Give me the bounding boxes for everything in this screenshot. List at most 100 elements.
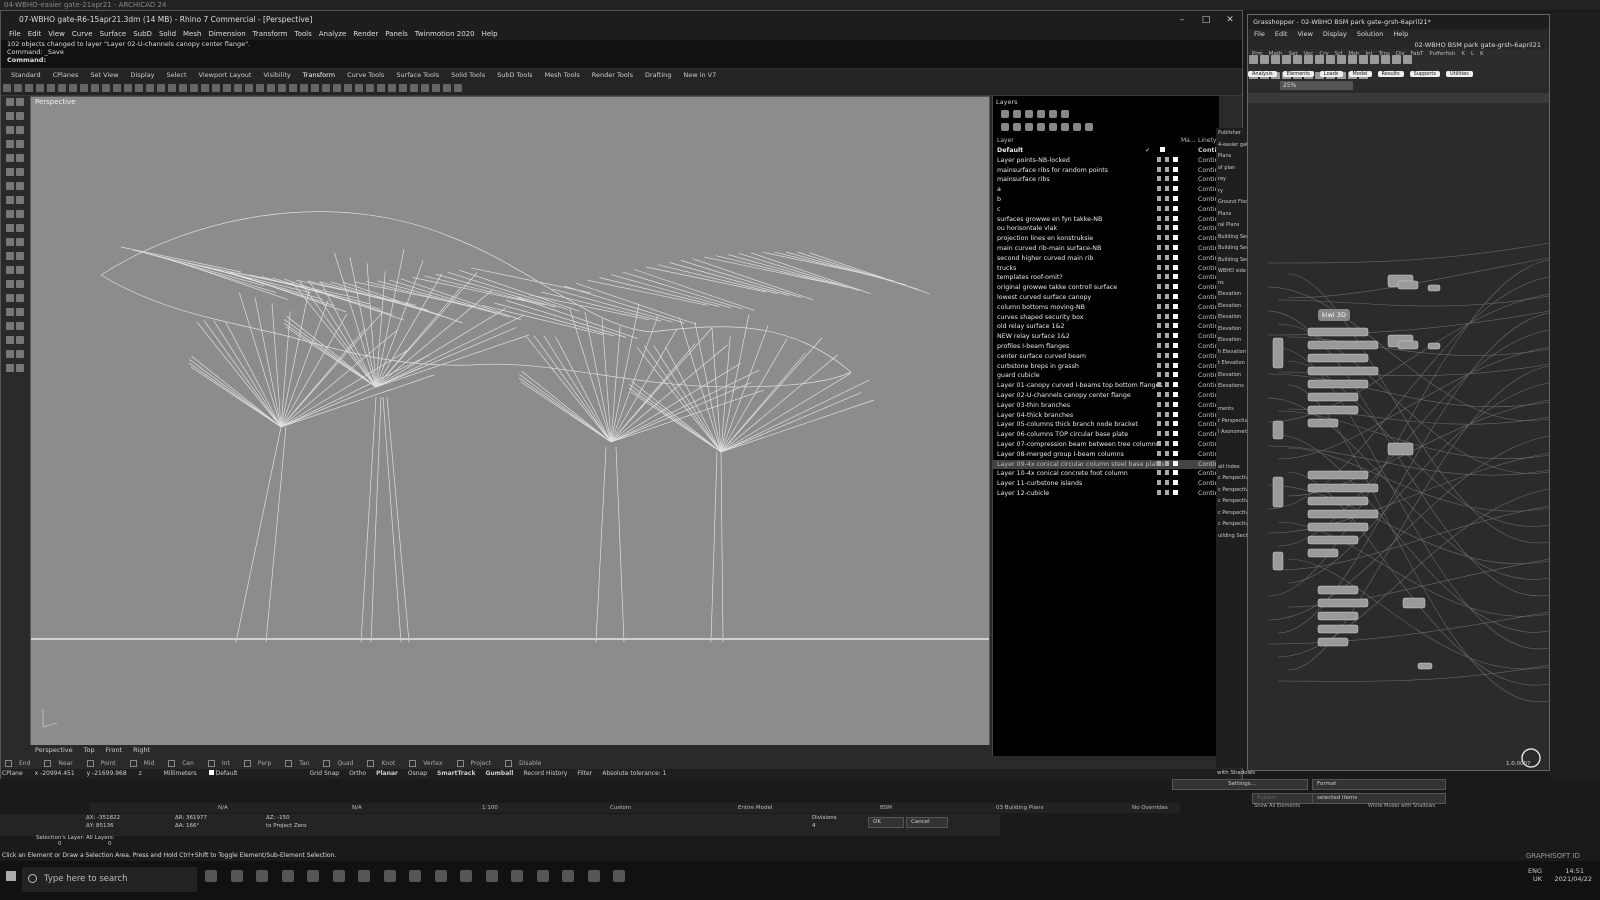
layer-linetype[interactable]: Contir — [1198, 479, 1217, 489]
tool-icon[interactable] — [124, 84, 132, 92]
layer-row[interactable]: NEW relay surface 1&2 Contir — [993, 332, 1219, 342]
navigator-item[interactable]: Elevation — [1216, 301, 1249, 313]
taskbar-app-icon[interactable] — [536, 870, 549, 882]
layer-row[interactable]: column bottoms moving-NB Contir — [993, 303, 1219, 313]
layer-linetype[interactable]: Contir — [1198, 293, 1217, 303]
layer-color-swatch[interactable] — [1173, 401, 1178, 407]
menu-item[interactable]: Edit — [28, 30, 42, 38]
navigator-item[interactable]: Building Sect — [1216, 255, 1249, 267]
lock-icon[interactable] — [1165, 235, 1169, 241]
tool-icon[interactable] — [146, 84, 154, 92]
layer-linetype[interactable]: Contir — [1198, 362, 1217, 372]
lock-icon[interactable] — [1165, 313, 1169, 319]
tool-icon[interactable] — [91, 84, 99, 92]
layer-color-swatch[interactable] — [1173, 166, 1178, 172]
lock-icon[interactable] — [1165, 215, 1169, 221]
tool-icon[interactable] — [25, 84, 33, 92]
tool-icon[interactable] — [6, 308, 14, 316]
tool-icon[interactable] — [6, 168, 14, 176]
menu-item[interactable]: Panels — [385, 30, 408, 38]
layer-linetype[interactable]: Contir — [1198, 175, 1217, 185]
layer-row[interactable]: projection lines en konstruksie Contir — [993, 234, 1219, 244]
lightbulb-icon[interactable] — [1157, 372, 1161, 378]
gh-component-icon[interactable] — [1326, 55, 1335, 64]
layer-linetype[interactable]: Contir — [1198, 205, 1217, 215]
layer-linetype[interactable]: Contir — [1198, 156, 1217, 166]
tool-icon[interactable] — [80, 84, 88, 92]
layer-linetype[interactable]: Contir — [1198, 401, 1217, 411]
lock-icon[interactable] — [1165, 333, 1169, 339]
gh-component[interactable] — [1307, 470, 1369, 480]
gh-category-tab[interactable]: Pufferfish — [1429, 51, 1455, 57]
kiwi3d-group-label[interactable]: kiwi 3D — [1318, 309, 1350, 321]
layer-row[interactable]: Layer 01-canopy curved I-beams top botto… — [993, 381, 1219, 391]
navigator-item[interactable]: c Perspective — [1216, 508, 1249, 520]
move-up-icon[interactable] — [1037, 123, 1045, 131]
tool-icon[interactable] — [6, 350, 14, 358]
toolbar-tab[interactable]: Display — [131, 71, 155, 79]
tool-icon[interactable] — [16, 350, 24, 358]
tool-icon[interactable] — [16, 168, 24, 176]
tool-icon[interactable] — [16, 294, 24, 302]
tool-icon[interactable] — [16, 126, 24, 134]
osnap-toggle[interactable]: Near — [44, 760, 79, 767]
layer-color-swatch[interactable] — [1173, 254, 1178, 260]
gh-component-icon[interactable] — [1282, 55, 1291, 64]
lock-icon[interactable] — [1165, 391, 1169, 397]
tool-icon[interactable] — [410, 84, 418, 92]
cancel-button[interactable]: Cancel — [906, 817, 948, 828]
navigator-item[interactable]: Plans — [1216, 151, 1249, 163]
layer-row[interactable]: Layer 12-cubicle Contir — [993, 489, 1219, 499]
navigator-item[interactable]: c Perspective — [1216, 473, 1249, 485]
tool-icon[interactable] — [6, 238, 14, 246]
gh-component-icon[interactable] — [1381, 55, 1390, 64]
gh-component[interactable] — [1317, 637, 1349, 647]
layer-linetype[interactable]: Contir — [1198, 460, 1217, 470]
lock-icon[interactable] — [1165, 401, 1169, 407]
gh-component-icon[interactable] — [1348, 55, 1357, 64]
gh-component[interactable] — [1317, 611, 1359, 621]
navigator-item[interactable]: r Perspective — [1216, 416, 1249, 428]
lock-icon[interactable] — [1165, 421, 1169, 427]
tool-icon[interactable] — [16, 140, 24, 148]
menu-item[interactable]: Render — [353, 30, 378, 38]
lightbulb-icon[interactable] — [1157, 254, 1161, 260]
gh-component[interactable] — [1272, 337, 1284, 369]
layer-linetype[interactable]: Contir — [1198, 166, 1217, 176]
lightbulb-icon[interactable] — [1157, 431, 1161, 437]
lock-icon[interactable] — [1165, 342, 1169, 348]
lightbulb-icon[interactable] — [1157, 342, 1161, 348]
tool-icon[interactable] — [16, 322, 24, 330]
new-layer-icon[interactable] — [1001, 123, 1009, 131]
gh-component-icon[interactable] — [1293, 55, 1302, 64]
lightbulb-icon[interactable] — [1157, 352, 1161, 358]
project-zero[interactable]: to Project Zero — [266, 823, 307, 829]
lock-icon[interactable] — [1165, 480, 1169, 486]
gh-component-icon[interactable] — [1315, 55, 1324, 64]
gh-component[interactable] — [1307, 340, 1379, 350]
linetype-column-header[interactable]: Linety — [1198, 137, 1216, 144]
lightbulb-icon[interactable] — [1157, 176, 1161, 182]
osnap-toggle[interactable]: Project — [456, 760, 499, 767]
layer-color-swatch[interactable] — [1173, 313, 1178, 319]
lock-icon[interactable] — [1165, 284, 1169, 290]
lock-icon[interactable] — [1165, 411, 1169, 417]
osnap-toggle[interactable]: Cen — [168, 760, 201, 767]
navigator-item[interactable]: Building Sect — [1216, 243, 1249, 255]
navigator-item[interactable]: Elevation — [1216, 335, 1249, 347]
layer-row[interactable]: center surface curved beam Contir — [993, 352, 1219, 362]
lock-icon[interactable] — [1165, 431, 1169, 437]
divisions-value[interactable]: 4 — [812, 823, 816, 829]
layer-linetype[interactable]: Contir — [1198, 313, 1217, 323]
navigator-item[interactable]: c Perspective — [1216, 519, 1249, 531]
viewport-tab[interactable]: Front — [106, 746, 122, 754]
lightbulb-icon[interactable] — [1157, 244, 1161, 250]
layer-color-swatch[interactable] — [1173, 195, 1178, 201]
layer-row[interactable]: ou horisontale vlak Contir — [993, 224, 1219, 234]
gh-component-icon[interactable] — [1249, 55, 1258, 64]
lightbulb-icon[interactable] — [1157, 284, 1161, 290]
lightbulb-icon[interactable] — [1157, 362, 1161, 368]
layer-color-swatch[interactable] — [1173, 450, 1178, 456]
navigator-item[interactable]: ral Plans — [1216, 220, 1249, 232]
layer-row[interactable]: surfaces growwe en fyn takke-NB Contir — [993, 215, 1219, 225]
